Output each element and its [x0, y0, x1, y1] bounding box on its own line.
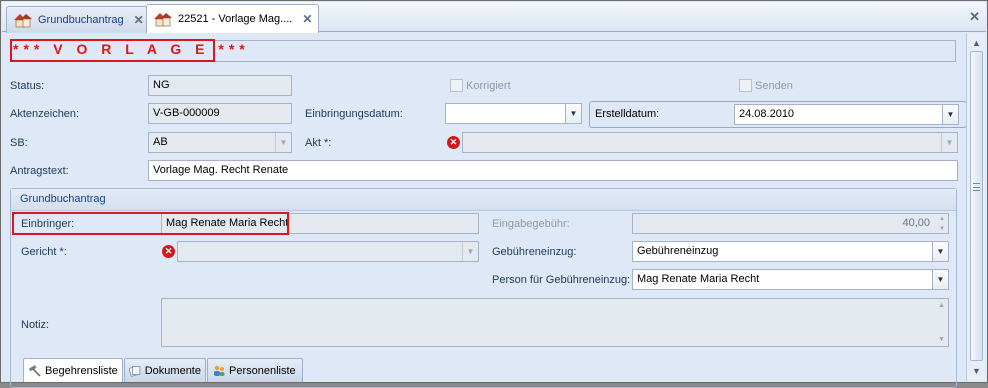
tab-grundbuchantrag[interactable]: Grundbuchantrag ✕ [6, 6, 151, 33]
group-title: Grundbuchantrag [11, 189, 956, 211]
document-tab-strip: Grundbuchantrag ✕ 22521 - Vorlage Mag...… [2, 2, 986, 33]
akt-label: Akt *: [305, 137, 332, 149]
sb-label: SB: [10, 137, 28, 149]
person-gebuehreneinzug-value: Mag Renate Maria Recht [637, 273, 760, 285]
banner-field [215, 40, 956, 62]
gericht-label: Gericht *: [21, 246, 67, 258]
eingabegebuehr-label: Eingabegebühr: [492, 218, 570, 230]
korrigiert-checkbox[interactable] [450, 79, 463, 92]
documents-icon [129, 365, 141, 377]
erstelldatum-picker[interactable]: 24.08.2010 ▼ [734, 104, 959, 125]
chevron-down-icon[interactable]: ▼ [932, 270, 948, 289]
antragstext-label: Antragstext: [10, 165, 69, 177]
scroll-up-icon[interactable]: ▲ [967, 35, 986, 51]
notiz-label: Notiz: [21, 319, 50, 331]
tab-label: 22521 - Vorlage Mag.... [178, 13, 293, 25]
gebuehreneinzug-select[interactable]: Gebühreneinzug ▼ [632, 241, 949, 262]
chevron-down-icon[interactable]: ▼ [462, 242, 478, 261]
person-gebuehreneinzug-select[interactable]: Mag Renate Maria Recht ▼ [632, 269, 949, 290]
scroll-down-icon[interactable]: ▼ [938, 336, 945, 343]
error-icon: ✕ [162, 245, 175, 258]
close-icon[interactable]: ✕ [302, 12, 312, 26]
app-window: Grundbuchantrag ✕ 22521 - Vorlage Mag...… [0, 0, 988, 388]
einbringungsdatum-label: Einbringungsdatum: [305, 108, 403, 120]
einbringungsdatum-picker[interactable]: ▼ [445, 103, 582, 124]
akt-select[interactable]: ▼ [462, 132, 958, 153]
aktenzeichen-field: V-GB-000009 [148, 103, 292, 124]
tab-begehrensliste[interactable]: Begehrensliste [23, 358, 123, 382]
tab-label: Dokumente [144, 364, 201, 377]
gebuehreneinzug-label: Gebühreneinzug: [492, 246, 577, 258]
chevron-down-icon[interactable]: ▼ [941, 133, 957, 152]
eingabegebuehr-value: 40,00 [902, 217, 930, 229]
tab-dokumente[interactable]: Dokumente [124, 358, 206, 382]
tab-label: Personenliste [229, 364, 296, 377]
tab-label: Begehrensliste [45, 364, 118, 377]
gericht-select[interactable]: ▼ [177, 241, 479, 262]
scroll-up-icon[interactable]: ▲ [938, 302, 945, 309]
erstelldatum-label: Erstelldatum: [595, 108, 660, 120]
tab-label: Grundbuchantrag [38, 14, 124, 26]
grip-icon [973, 183, 980, 191]
senden-checkbox[interactable] [739, 79, 752, 92]
person-gebuehreneinzug-label: Person für Gebühreneinzug: [492, 274, 631, 286]
scrollbar-thumb[interactable] [970, 51, 983, 361]
spin-up-icon[interactable]: ▲ [936, 214, 948, 224]
eingabegebuehr-spinner[interactable]: 40,00 ▲ ▼ [632, 213, 949, 234]
korrigiert-label: Korrigiert [466, 80, 511, 92]
chevron-down-icon[interactable]: ▼ [275, 133, 291, 152]
vorlage-banner: *** V O R L A G E *** [13, 41, 250, 57]
erstelldatum-value: 24.08.2010 [739, 108, 795, 120]
error-icon: ✕ [447, 136, 460, 149]
close-icon[interactable]: ✕ [134, 13, 144, 27]
chevron-down-icon[interactable]: ▼ [932, 242, 948, 261]
tab-vorlage[interactable]: 22521 - Vorlage Mag.... ✕ [146, 4, 320, 33]
status-field: NG [148, 75, 292, 96]
gebuehreneinzug-value: Gebühreneinzug [637, 245, 719, 257]
house-icon [14, 14, 32, 28]
status-label: Status: [10, 80, 45, 92]
notiz-textarea[interactable]: ▲ ▼ [161, 298, 949, 347]
close-all-icon[interactable]: ✕ [969, 9, 980, 25]
einbringer-highlight [12, 212, 289, 235]
sb-value: AB [153, 136, 168, 148]
house-icon [154, 13, 172, 27]
chevron-down-icon[interactable]: ▼ [565, 104, 581, 123]
tab-personenliste[interactable]: Personenliste [207, 358, 303, 382]
antragstext-input[interactable]: Vorlage Mag. Recht Renate [148, 160, 958, 181]
senden-label: Senden [755, 80, 793, 92]
scroll-down-icon[interactable]: ▼ [967, 363, 986, 379]
sb-select[interactable]: AB ▼ [148, 132, 292, 153]
hammer-icon [28, 364, 41, 377]
vertical-scrollbar[interactable]: ▲ ▼ [966, 33, 986, 381]
aktenzeichen-label: Aktenzeichen: [10, 108, 80, 120]
people-icon [214, 365, 225, 376]
spin-down-icon[interactable]: ▼ [936, 224, 948, 233]
chevron-down-icon[interactable]: ▼ [942, 105, 958, 124]
